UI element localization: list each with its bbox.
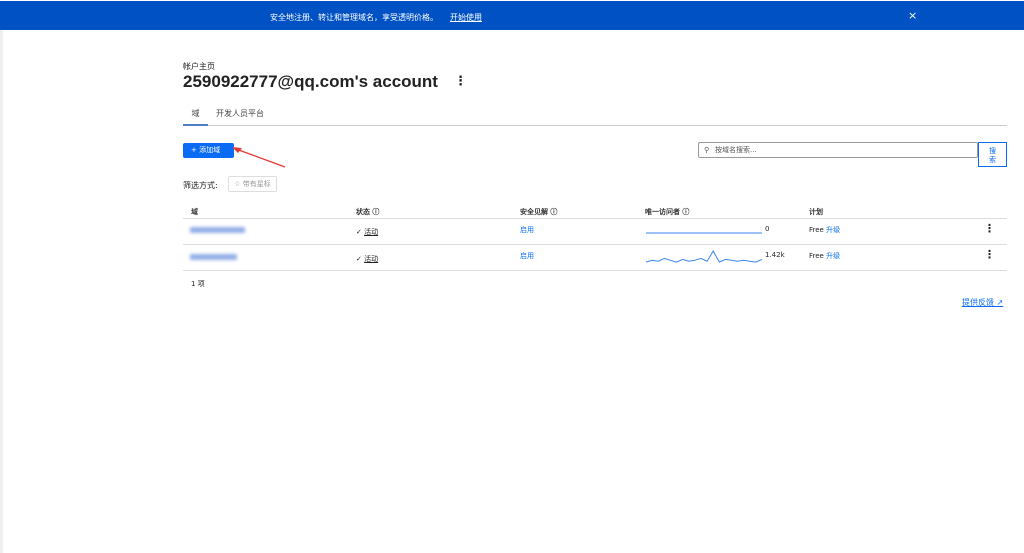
- col-domain: 域: [191, 208, 198, 216]
- divider: [183, 218, 1007, 219]
- visitors-sparkline: [646, 232, 762, 234]
- domain-search-input[interactable]: ⚲ 按域名搜索...: [698, 142, 978, 158]
- page-title: 2590922777@qq.com's account: [183, 72, 438, 91]
- annotation-arrow: [232, 147, 286, 168]
- status-cell: ✓ 活动: [356, 255, 379, 263]
- search-button[interactable]: 搜索: [978, 142, 1007, 167]
- row-menu-icon[interactable]: ⋮: [984, 248, 995, 261]
- upgrade-link[interactable]: 升级: [826, 252, 840, 260]
- col-status: 状态 ⓘ: [356, 208, 380, 216]
- tab-domains[interactable]: 域: [183, 108, 208, 126]
- tab-developer-platform[interactable]: 开发人员平台: [216, 108, 264, 119]
- visitors-count: 0: [765, 225, 770, 233]
- plan-cell: Free 升级: [809, 252, 841, 260]
- col-plan: 计划: [809, 208, 823, 216]
- divider: [183, 270, 1007, 271]
- col-insights: 安全见解 ⓘ: [520, 208, 558, 216]
- domain-link-blurred[interactable]: [190, 254, 237, 260]
- insights-link[interactable]: 启用: [520, 225, 534, 235]
- search-icon: ⚲: [704, 146, 710, 154]
- divider: [0, 30, 3, 553]
- result-count: 1 项: [191, 280, 205, 288]
- domain-link-blurred[interactable]: [190, 227, 245, 233]
- close-icon[interactable]: ×: [908, 9, 917, 22]
- visitors-sparkline: [645, 249, 763, 263]
- filter-label: 筛选方式:: [183, 181, 218, 190]
- visitors-count: 1.42k: [765, 251, 785, 259]
- divider: [183, 244, 1007, 245]
- account-menu-icon[interactable]: ⋮: [454, 74, 467, 89]
- upgrade-link[interactable]: 升级: [826, 226, 840, 234]
- breadcrumb[interactable]: 帐户主页: [183, 61, 215, 72]
- banner-message: 安全地注册、转让和管理域名，享受透明价格。: [270, 13, 438, 22]
- feedback-link[interactable]: 提供反馈 ↗: [962, 297, 1003, 308]
- promo-banner: 安全地注册、转让和管理域名，享受透明价格。 开始使用 ×: [0, 1, 1024, 30]
- row-menu-icon[interactable]: ⋮: [984, 222, 995, 235]
- col-visitors: 唯一访问者 ⓘ: [645, 208, 690, 216]
- starred-filter-chip[interactable]: ☆ 带有星标: [228, 176, 277, 192]
- tabs: 域 开发人员平台: [183, 104, 1007, 126]
- plan-cell: Free 升级: [809, 226, 841, 234]
- add-domain-button[interactable]: + 添加域: [183, 143, 234, 158]
- insights-link[interactable]: 启用: [520, 251, 534, 261]
- banner-cta-link[interactable]: 开始使用: [450, 12, 482, 23]
- status-cell: ✓ 活动: [356, 228, 379, 236]
